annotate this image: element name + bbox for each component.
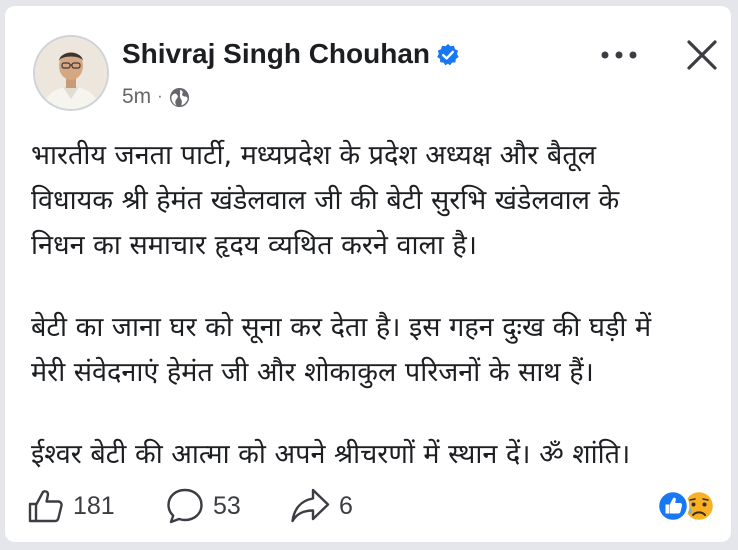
close-icon[interactable]: [685, 38, 719, 72]
post-line: निधन का समाचार हृदय व्यथित करने वाला है।: [31, 230, 477, 261]
thumbs-up-icon: [28, 490, 63, 523]
verified-badge-icon: [437, 44, 459, 66]
post-timestamp[interactable]: 5m: [122, 85, 151, 109]
post-line: बेटी का जाना घर को सूना कर देता है। इस ग…: [31, 312, 652, 343]
meta-separator: ·: [157, 88, 163, 105]
like-button[interactable]: 181: [27, 484, 115, 528]
reaction-icons[interactable]: [655, 486, 717, 526]
post-meta: 5m ·: [122, 84, 190, 110]
like-reaction-icon: [656, 489, 690, 523]
comment-button[interactable]: 53: [165, 484, 241, 528]
more-options-icon[interactable]: [597, 45, 641, 65]
globe-icon: [169, 87, 189, 107]
post-line: मेरी संवेदनाएं हेमंत जी और शोकाकुल परिजन…: [31, 357, 594, 388]
comment-bubble-icon: [167, 488, 203, 524]
avatar[interactable]: [35, 37, 107, 109]
post-line: भारतीय जनता पार्टी, मध्यप्रदेश के प्रदेश…: [31, 140, 597, 171]
like-count: 181: [73, 491, 115, 520]
author-name[interactable]: Shivraj Singh Chouhan: [122, 37, 430, 71]
post-card: Shivraj Singh Chouhan 5m · भारतीय जनता प…: [5, 6, 731, 542]
share-button[interactable]: 6: [289, 484, 353, 528]
share-count: 6: [339, 491, 353, 520]
comment-count: 53: [213, 491, 241, 520]
action-bar: 181 53 6: [27, 484, 717, 528]
share-arrow-icon: [291, 488, 330, 523]
post-text: भारतीय जनता पार्टी, मध्यप्रदेश के प्रदेश…: [31, 133, 721, 477]
post-line: ईश्वर बेटी की आत्मा को अपने श्रीचरणों मे…: [31, 439, 631, 470]
post-line: विधायक श्री हेमंत खंडेलवाल जी की बेटी सु…: [31, 185, 620, 216]
